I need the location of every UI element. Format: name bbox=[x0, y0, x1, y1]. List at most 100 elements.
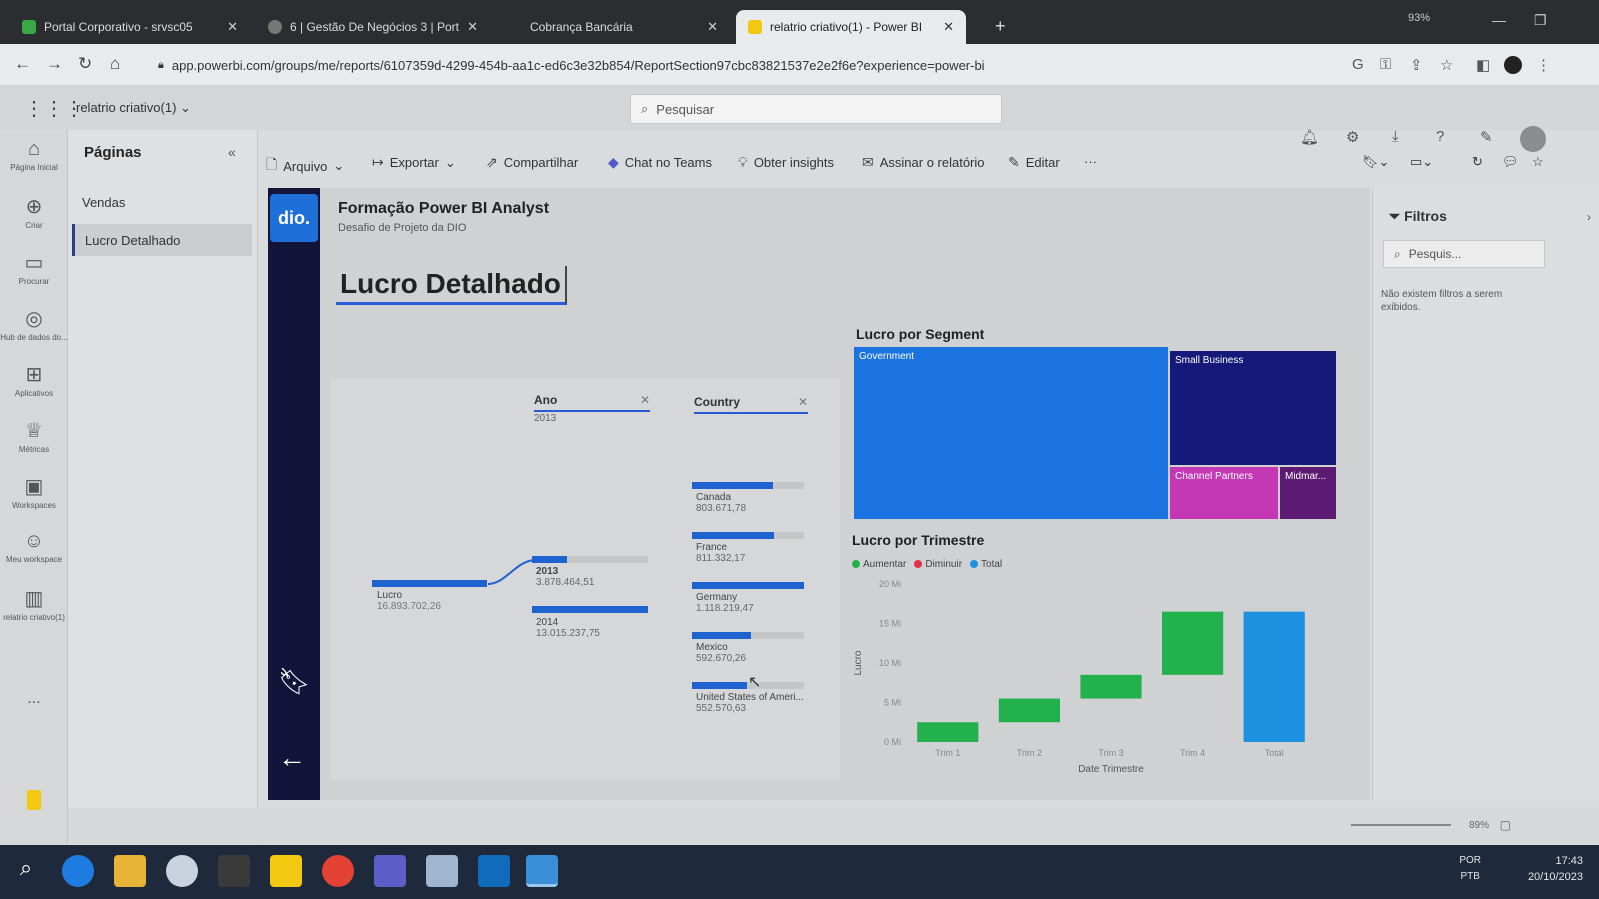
address-bar[interactable]: 🔒︎ app.powerbi.com/groups/me/reports/610… bbox=[148, 50, 1308, 80]
treemap-cell-small-business[interactable]: Small Business bbox=[1169, 350, 1337, 466]
nav-item-workspaces[interactable]: ▣ Workspaces bbox=[0, 474, 68, 511]
country-bar[interactable] bbox=[692, 632, 804, 639]
page-tab-lucro-detalhado[interactable]: Lucro Detalhado bbox=[72, 224, 252, 256]
menu-dots-icon[interactable]: ⋮ bbox=[1536, 56, 1551, 74]
snipping-tool-icon[interactable] bbox=[218, 855, 250, 887]
close-tab-icon[interactable]: ✕ bbox=[227, 19, 238, 35]
edit-button[interactable]: ✎ Editar bbox=[1008, 154, 1060, 171]
google-icon[interactable]: G bbox=[1352, 56, 1364, 73]
year-bar[interactable] bbox=[532, 606, 648, 613]
search-icon: ⌕ bbox=[1394, 246, 1401, 261]
share-button[interactable]: ⇗ Compartilhar bbox=[486, 154, 578, 171]
sidepanel-icon[interactable]: ◧ bbox=[1476, 56, 1490, 74]
treemap-cell-midmarket[interactable]: Midmar... bbox=[1279, 466, 1337, 520]
home-icon[interactable]: ⌂ bbox=[110, 54, 120, 74]
treemap-cell-government[interactable]: Government bbox=[853, 346, 1169, 520]
year-bar[interactable] bbox=[532, 556, 648, 563]
bookmark-nav-icon[interactable]: 🔖︎ bbox=[278, 666, 311, 706]
close-tab-icon[interactable]: ✕ bbox=[707, 19, 718, 35]
legend-item[interactable]: Aumentar bbox=[852, 559, 906, 570]
chat-teams-button[interactable]: ◆ Chat no Teams bbox=[608, 154, 712, 171]
nav-item-metrics[interactable]: ♕ Métricas bbox=[0, 418, 68, 455]
search-input[interactable]: ⌕ Pesquisar bbox=[630, 94, 1002, 124]
powerbi-desktop-icon[interactable] bbox=[270, 855, 302, 887]
comment-icon[interactable]: 💬︎ bbox=[1502, 154, 1519, 170]
export-menu-button[interactable]: ↦ Exportar ⌄ bbox=[372, 154, 456, 171]
more-actions-button[interactable]: ··· bbox=[1084, 154, 1097, 169]
country-bar[interactable] bbox=[692, 582, 804, 589]
browser-tab-active[interactable]: relatrio criativo(1) - Power BI ✕ bbox=[736, 10, 966, 44]
file-explorer-icon[interactable] bbox=[114, 855, 146, 887]
nav-item-browse[interactable]: ▭ Procurar bbox=[0, 250, 68, 287]
refresh-icon[interactable]: ↻ bbox=[1472, 154, 1483, 170]
back-nav-arrow-icon[interactable]: ← bbox=[276, 742, 308, 774]
outlook-icon[interactable] bbox=[478, 855, 510, 887]
favorite-star-icon[interactable]: ☆ bbox=[1532, 154, 1544, 170]
close-tab-icon[interactable]: ✕ bbox=[943, 19, 954, 35]
get-insights-button[interactable]: 💡︎ Obter insights bbox=[738, 154, 834, 171]
key-icon[interactable]: ⚿ bbox=[1380, 56, 1391, 73]
app-launcher-icon[interactable]: ⋮⋮⋮ bbox=[24, 96, 84, 121]
remove-level-icon[interactable]: ✕ bbox=[640, 393, 650, 407]
ano-selected-value: 2013 bbox=[534, 413, 557, 424]
country-bar[interactable] bbox=[692, 482, 804, 489]
back-arrow-icon[interactable]: ← bbox=[14, 54, 31, 74]
chrome-icon[interactable] bbox=[322, 855, 354, 887]
legend-label: Diminuir bbox=[925, 559, 963, 570]
nav-item-create[interactable]: ⊕ Criar bbox=[0, 194, 68, 231]
ano-level-header[interactable]: Ano ✕ bbox=[534, 393, 650, 412]
system-clock[interactable]: 17:43 20/10/2023 bbox=[1528, 853, 1583, 885]
new-tab-icon[interactable]: + bbox=[995, 16, 1006, 37]
nav-item-datahub[interactable]: ◎ Hub de dados do... bbox=[0, 306, 68, 343]
remove-level-icon[interactable]: ✕ bbox=[798, 395, 808, 409]
expand-filters-icon[interactable]: › bbox=[1587, 210, 1591, 224]
root-bar[interactable] bbox=[372, 580, 487, 587]
share-icon[interactable]: ⇪ bbox=[1410, 56, 1423, 74]
country-bar[interactable] bbox=[692, 532, 804, 539]
file-menu-button[interactable]: 🗋︎ Arquivo ⌄ bbox=[266, 154, 344, 178]
powerbi-logo-icon[interactable] bbox=[0, 790, 68, 813]
bookmark-icon[interactable]: 🔖︎⌄ bbox=[1362, 154, 1389, 170]
close-tab-icon[interactable]: ✕ bbox=[467, 19, 478, 35]
page-tab-vendas[interactable]: Vendas bbox=[72, 186, 252, 218]
teams-icon[interactable] bbox=[374, 855, 406, 887]
view-icon[interactable]: ▭⌄ bbox=[1410, 154, 1433, 170]
y-tick-label: 20 Mi bbox=[879, 579, 901, 589]
nav-item-myworkspace[interactable]: ☺ Meu workspace bbox=[0, 530, 68, 565]
report-name-dropdown[interactable]: relatrio criativo(1) ⌄ bbox=[76, 100, 191, 116]
nav-item-home[interactable]: ⌂ Página Inicial bbox=[0, 138, 68, 173]
profile-avatar[interactable] bbox=[1504, 56, 1522, 74]
country-level-header[interactable]: Country ✕ bbox=[694, 395, 808, 414]
restore-icon[interactable]: ❐ bbox=[1534, 12, 1547, 29]
country-label: Canada bbox=[696, 492, 732, 503]
legend-item[interactable]: Diminuir bbox=[914, 559, 962, 570]
reload-icon[interactable]: ↻ bbox=[78, 54, 92, 74]
more-nav-button[interactable]: ... bbox=[0, 690, 68, 708]
browser-tab[interactable]: 6 | Gestão De Negócios 3 | Porta ✕ bbox=[256, 10, 490, 44]
fit-page-icon[interactable]: ▢ bbox=[1500, 818, 1511, 832]
nav-item-apps[interactable]: ⊞ Aplicativos bbox=[0, 362, 68, 399]
waterfall-bar-trim-4[interactable] bbox=[1162, 611, 1224, 675]
waterfall-bar-trim-1[interactable] bbox=[917, 722, 979, 742]
minimize-icon[interactable]: — bbox=[1492, 12, 1506, 28]
nav-item-report[interactable]: ▥ relatrio criativo(1) bbox=[0, 586, 68, 623]
app-icon[interactable] bbox=[166, 855, 198, 887]
zoom-slider[interactable] bbox=[1351, 824, 1451, 826]
waterfall-bar-trim-3[interactable] bbox=[1080, 674, 1142, 699]
waterfall-bar-total[interactable] bbox=[1243, 611, 1305, 742]
forward-arrow-icon[interactable]: → bbox=[46, 54, 63, 74]
edge-browser-icon[interactable] bbox=[62, 855, 94, 887]
subscribe-button[interactable]: ✉ Assinar o relatório bbox=[862, 154, 985, 171]
treemap-cell-channel-partners[interactable]: Channel Partners bbox=[1169, 466, 1279, 520]
filters-search-input[interactable]: ⌕ Pesquis... bbox=[1383, 240, 1545, 268]
language-indicator[interactable]: POR PTB bbox=[1459, 853, 1481, 885]
collapse-pane-icon[interactable]: « bbox=[228, 144, 236, 160]
app-icon[interactable] bbox=[426, 855, 458, 887]
waterfall-bar-trim-2[interactable] bbox=[998, 698, 1060, 723]
browser-tab[interactable]: Cobrança Bancária ✕ bbox=[496, 10, 730, 44]
browser-tab[interactable]: Portal Corporativo - srvsc05 ✕ bbox=[10, 10, 250, 44]
active-app-icon[interactable] bbox=[526, 855, 558, 887]
search-icon[interactable]: ⌕ bbox=[10, 855, 42, 887]
legend-item[interactable]: Total bbox=[970, 559, 1002, 570]
star-icon[interactable]: ☆ bbox=[1440, 56, 1453, 74]
